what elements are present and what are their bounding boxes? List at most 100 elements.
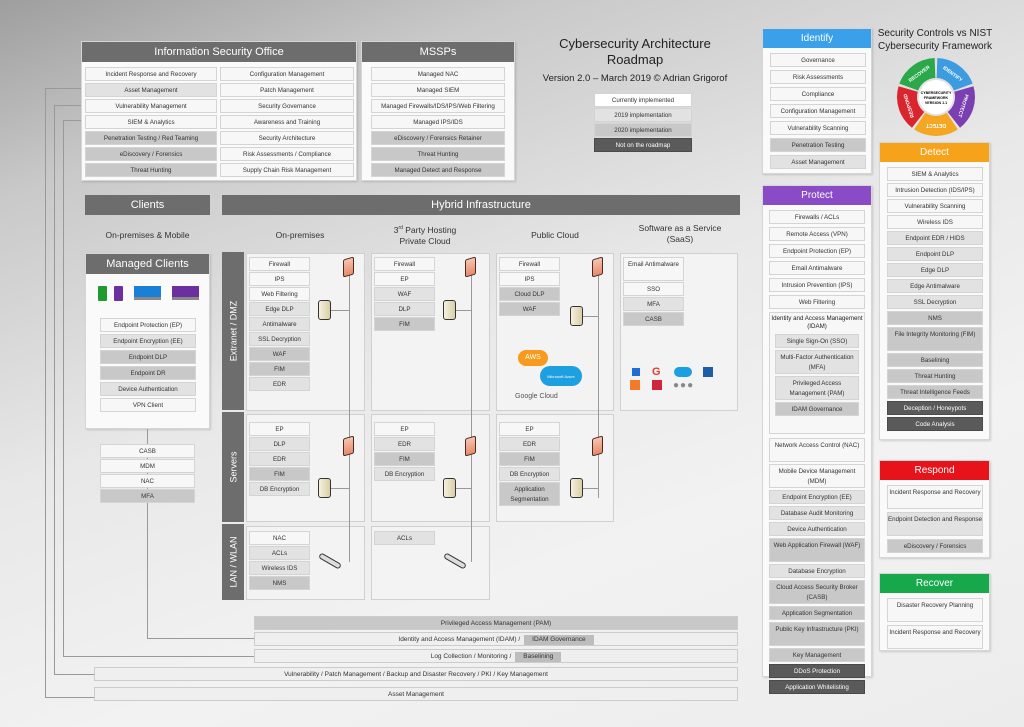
detect-header: Detect bbox=[880, 143, 989, 162]
control-item: CASB bbox=[623, 312, 684, 326]
google-cloud-logo: Google Cloud bbox=[515, 393, 558, 400]
control-item: Privileged Access Management (PAM) bbox=[775, 376, 859, 400]
connector-line bbox=[63, 120, 64, 657]
control-item: NMS bbox=[249, 576, 310, 590]
control-item: Device Authentication bbox=[769, 522, 865, 536]
network-line bbox=[455, 488, 471, 489]
idam-bar: Identity and Access Management (IDAM) / I… bbox=[254, 632, 738, 646]
control-item: WAF bbox=[249, 347, 310, 361]
detect-panel: Detect SIEM & Analytics Intrusion Detecti… bbox=[879, 142, 990, 440]
zone-extranet-dmz: Extranet / DMZ bbox=[222, 252, 244, 410]
control-item: Incident Response and Recovery bbox=[85, 67, 217, 81]
aws-logo: AWS bbox=[518, 350, 548, 366]
control-item: Edge Antimalware bbox=[887, 279, 983, 293]
hybrid-infrastructure-header: Hybrid Infrastructure bbox=[222, 195, 740, 215]
box-icon bbox=[703, 367, 713, 377]
control-item: Risk Assessments / Compliance bbox=[220, 147, 354, 161]
column-saas: Software as a Service (SaaS) bbox=[638, 223, 722, 244]
firewall-icon bbox=[343, 256, 354, 278]
network-line bbox=[330, 488, 349, 489]
control-item: Patch Management bbox=[220, 83, 354, 97]
control-item: IDAM Governance bbox=[775, 402, 859, 416]
control-item: DB Encryption bbox=[499, 467, 560, 481]
managed-clients-panel: Managed Clients Endpoint Protection (EP)… bbox=[85, 253, 210, 429]
information-security-office-panel: Information Security Office Incident Res… bbox=[81, 41, 357, 181]
control-item: FIM bbox=[499, 452, 560, 466]
control-item: Intrusion Detection (IDS/IPS) bbox=[887, 183, 983, 197]
version-text: Version 2.0 – March 2019 © Adrian Grigor… bbox=[542, 73, 728, 84]
control-item: EP bbox=[374, 272, 435, 286]
control-item: Incident Response and Recovery bbox=[887, 625, 983, 649]
control-item: DLP bbox=[374, 302, 435, 316]
vulnerability-patch-bar: Vulnerability / Patch Management / Backu… bbox=[94, 667, 738, 681]
connector-line bbox=[54, 105, 83, 106]
control-item: VPN Client bbox=[100, 398, 196, 412]
control-item: Remote Access (VPN) bbox=[769, 227, 865, 241]
control-item: DB Encryption bbox=[249, 482, 310, 496]
server-icon bbox=[443, 478, 456, 498]
control-item: Vulnerability Scanning bbox=[887, 199, 983, 213]
control-item: DLP bbox=[249, 437, 310, 451]
control-item: Endpoint Protection (EP) bbox=[769, 244, 865, 258]
connector-line bbox=[147, 429, 148, 444]
network-line bbox=[330, 310, 349, 311]
office-icon bbox=[630, 380, 640, 390]
control-item: SSL Decryption bbox=[887, 295, 983, 309]
control-item: EP bbox=[374, 422, 435, 436]
firewall-icon bbox=[465, 256, 476, 278]
control-item: Email Antimalware bbox=[769, 261, 865, 275]
control-item: Single Sign-On (SSO) bbox=[775, 334, 859, 348]
control-item: Threat Hunting bbox=[887, 369, 983, 383]
clients-subtitle: On-premises & Mobile bbox=[105, 230, 190, 240]
legend-not-on-roadmap: Not on the roadmap bbox=[594, 138, 692, 152]
control-item: Antimalware bbox=[249, 317, 310, 331]
control-item: Asset Management bbox=[770, 155, 866, 169]
control-item: Risk Assessments bbox=[770, 70, 866, 84]
control-item: Deception / Honeypots bbox=[887, 401, 983, 415]
control-item: SSO bbox=[623, 282, 684, 296]
control-item: Endpoint Encryption (EE) bbox=[100, 334, 196, 348]
nist-framework-wheel: IDENTIFYPROTECTDETECTRESPONDRECOVERCYBER… bbox=[897, 58, 975, 136]
control-item: Edge DLP bbox=[887, 263, 983, 277]
control-item: Application Segmentation bbox=[769, 606, 865, 620]
control-item: MDM bbox=[100, 459, 195, 473]
connector-line bbox=[147, 638, 254, 639]
control-item: WAF bbox=[374, 287, 435, 301]
control-item: Web Filtering bbox=[769, 295, 865, 309]
title-line1: Cybersecurity Architecture bbox=[559, 36, 711, 51]
column-on-premises: On-premises bbox=[275, 230, 325, 240]
clients-header: Clients bbox=[85, 195, 210, 215]
network-line bbox=[582, 488, 598, 489]
devices-row bbox=[96, 284, 201, 304]
mssps-panel: MSSPs Managed NAC Managed SIEM Managed Fir… bbox=[361, 41, 515, 181]
apple-desktop-icon bbox=[172, 286, 199, 300]
control-item: NAC bbox=[249, 531, 310, 545]
control-item: Email Antimalware bbox=[623, 257, 684, 281]
control-item: Vulnerability Management bbox=[85, 99, 217, 113]
control-item: Governance bbox=[770, 53, 866, 67]
control-item: SSL Decryption bbox=[249, 332, 310, 346]
salesforce-icon bbox=[674, 367, 692, 377]
control-item: FIM bbox=[249, 467, 310, 481]
control-item: EDR bbox=[499, 437, 560, 451]
network-line bbox=[471, 270, 472, 562]
control-item: Managed IPS/IDS bbox=[371, 115, 505, 129]
respond-panel: Respond Incident Response and Recovery En… bbox=[879, 460, 990, 558]
control-item: Endpoint Protection (EP) bbox=[100, 318, 196, 332]
control-item: Endpoint DR bbox=[100, 366, 196, 380]
control-item: Managed SIEM bbox=[371, 83, 505, 97]
app-icon bbox=[652, 380, 662, 390]
recover-header: Recover bbox=[880, 574, 989, 593]
control-item: ACLs bbox=[249, 546, 310, 560]
control-item: eDiscovery / Forensics bbox=[887, 539, 983, 553]
legend-2020: 2020 implementation bbox=[594, 123, 692, 137]
control-item: Endpoint EDR / HIDS bbox=[887, 231, 983, 245]
control-item: Multi-Factor Authentication (MFA) bbox=[775, 350, 859, 374]
network-line bbox=[598, 270, 599, 498]
server-icon bbox=[570, 306, 583, 326]
control-item: EDR bbox=[249, 452, 310, 466]
control-item: Database Encryption bbox=[769, 564, 865, 578]
control-item: ACLs bbox=[374, 531, 435, 545]
control-item: Application Whitelisting bbox=[769, 680, 865, 694]
control-item: Firewalls / ACLs bbox=[769, 210, 865, 224]
